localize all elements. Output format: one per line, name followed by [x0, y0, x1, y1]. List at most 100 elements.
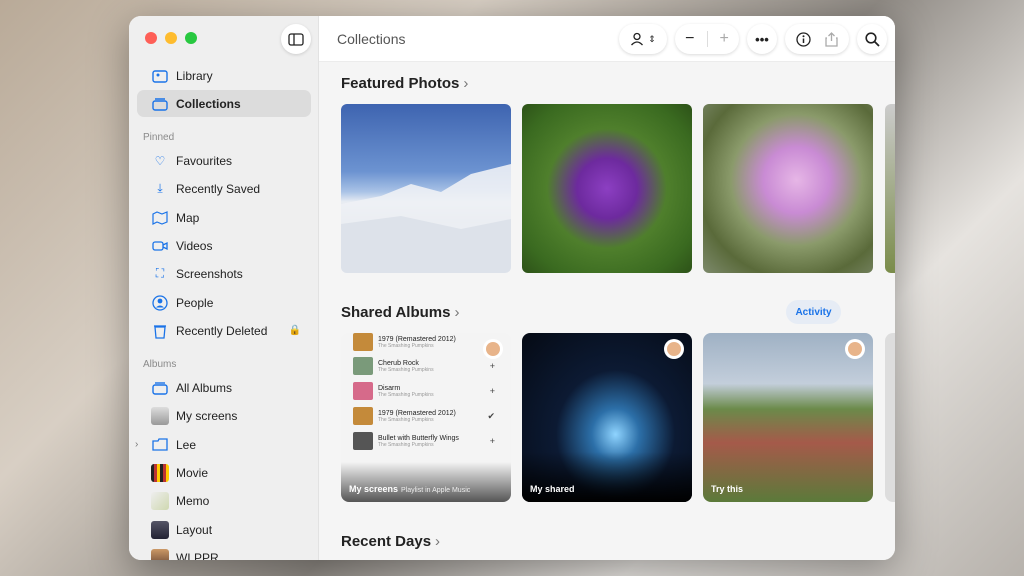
chevron-right-icon: ›: [435, 533, 441, 550]
folder-icon: [151, 436, 169, 454]
sidebar-item-screenshots[interactable]: ⛶ Screenshots: [137, 260, 311, 287]
featured-photo-purple-flowers[interactable]: [522, 104, 692, 273]
sidebar-item-label: My screens: [176, 408, 238, 423]
sidebar-item-videos[interactable]: Videos: [137, 232, 311, 259]
photos-window: Library Collections Pinned ♡ Favourites …: [129, 16, 895, 560]
sidebar-item-label: Collections: [176, 96, 241, 111]
album-thumbnail: [151, 406, 169, 425]
more-button[interactable]: •••: [747, 24, 777, 54]
main-content: Collections ⇕ − + ••• Featured Photos › …: [319, 16, 895, 560]
track-row: Bullet with Butterfly Wings The Smashing …: [353, 432, 459, 450]
sidebar-item-my-screens[interactable]: My screens: [137, 402, 311, 429]
sidebar-item-label: Map: [176, 210, 200, 225]
featured-photos-header[interactable]: Featured Photos ›: [341, 75, 468, 92]
sidebar-item-label: People: [176, 295, 214, 310]
add-icon[interactable]: +: [490, 436, 495, 446]
sidebar-item-favourites[interactable]: ♡ Favourites: [137, 147, 311, 174]
download-icon: ⤓: [157, 181, 163, 195]
ellipsis-icon: •••: [755, 31, 769, 47]
lock-icon: 🔒: [288, 325, 301, 336]
sidebar-toggle-button[interactable]: [281, 24, 311, 54]
album-title: My shared: [530, 484, 575, 494]
sidebar-item-memo[interactable]: Memo: [137, 487, 311, 514]
track-artwork: [353, 407, 373, 425]
shared-album-try-this[interactable]: Try this: [703, 333, 873, 502]
track-title: Bullet with Butterfly Wings: [378, 434, 459, 442]
search-button[interactable]: [857, 24, 887, 54]
shared-album-partial[interactable]: [885, 333, 895, 502]
sidebar-item-label: All Albums: [176, 380, 233, 395]
sidebar-item-people[interactable]: People: [137, 289, 311, 316]
sidebar-item-label: Recently Deleted: [176, 323, 268, 338]
track-artwork: [353, 357, 373, 375]
chevron-right-icon: ›: [454, 304, 460, 321]
track-row: 1979 (Remastered 2012) The Smashing Pumpk…: [353, 407, 456, 425]
sidebar-item-label: Videos: [176, 238, 213, 253]
page-title: Collections: [337, 31, 406, 47]
playlist-overlay-text: Playlist in Apple Music: [401, 487, 471, 494]
add-icon[interactable]: +: [490, 361, 495, 371]
minimize-window-button[interactable]: [165, 32, 177, 44]
recent-days-header[interactable]: Recent Days ›: [341, 533, 440, 550]
sidebar-item-recently-saved[interactable]: ⤓ Recently Saved: [137, 175, 311, 202]
add-icon[interactable]: +: [490, 386, 495, 396]
track-artwork: [353, 432, 373, 450]
sidebar-item-label: Lee: [176, 437, 197, 452]
shared-album-my-shared[interactable]: My shared: [522, 333, 692, 502]
track-artist: The Smashing Pumpkins: [378, 342, 434, 349]
avatar: [845, 339, 865, 359]
sidebar-item-collections[interactable]: Collections: [137, 90, 311, 117]
featured-photo-partial[interactable]: [885, 104, 895, 273]
sidebar-item-layout[interactable]: Layout: [137, 516, 311, 543]
shared-albums-header[interactable]: Shared Albums ›: [341, 304, 459, 321]
zoom-out-button[interactable]: −: [685, 30, 694, 48]
heart-icon: ♡: [154, 153, 166, 168]
sidebar-item-label: Memo: [176, 493, 210, 508]
collections-icon: [151, 379, 169, 397]
sidebar-item-all-albums[interactable]: All Albums: [137, 374, 311, 401]
featured-photo-pink-flowers[interactable]: [703, 104, 873, 273]
album-thumbnail: [151, 548, 169, 560]
checkmark-icon[interactable]: ✔: [487, 411, 495, 422]
track-title: 1979 (Remastered 2012): [378, 409, 456, 417]
sidebar-item-lee[interactable]: › Lee: [135, 431, 311, 458]
track-artwork: [353, 333, 373, 351]
track-artist: The Smashing Pumpkins: [378, 416, 434, 423]
memoji-icon: [667, 342, 681, 356]
memoji-icon: [486, 342, 500, 356]
track-row: Disarm The Smashing Pumpkins: [353, 382, 434, 400]
sidebar-item-map[interactable]: Map: [137, 204, 311, 231]
album-title: My screens: [349, 484, 399, 494]
sidebar-item-movie[interactable]: Movie: [137, 459, 311, 486]
window-controls: [145, 32, 197, 44]
sidebar-item-recently-deleted[interactable]: Recently Deleted 🔒: [137, 317, 311, 344]
sidebar-item-label: Favourites: [176, 153, 233, 168]
close-window-button[interactable]: [145, 32, 157, 44]
account-menu-button[interactable]: ⇕: [619, 24, 667, 54]
sidebar-item-library[interactable]: Library: [137, 62, 311, 89]
zoom-controls: − +: [675, 24, 739, 54]
zoom-in-button[interactable]: +: [720, 30, 729, 48]
share-icon[interactable]: [825, 31, 838, 47]
toolbar: Collections ⇕ − + •••: [319, 16, 895, 62]
avatar: [664, 339, 684, 359]
info-icon[interactable]: [796, 31, 811, 47]
sidebar-item-label: Layout: [176, 522, 213, 537]
album-gradient: [341, 462, 511, 502]
sidebar-item-label: WLPPR: [176, 550, 219, 561]
featured-photo-mountains[interactable]: [341, 104, 511, 273]
activity-button[interactable]: Activity: [786, 300, 841, 324]
pinned-header: Pinned: [143, 132, 175, 143]
screenshot-icon: ⛶: [155, 266, 165, 280]
sidebar-item-label: Library: [176, 68, 213, 83]
chevron-right-icon[interactable]: ›: [135, 439, 138, 450]
avatar: [483, 339, 503, 359]
album-title: Try this: [711, 484, 744, 494]
info-share-controls: [785, 24, 849, 54]
albums-header: Albums: [143, 359, 177, 370]
zoom-window-button[interactable]: [185, 32, 197, 44]
person-circle-icon: [151, 294, 169, 312]
shared-album-my-screens[interactable]: 1979 (Remastered 2012) The Smashing Pumpk…: [341, 333, 511, 502]
person-icon: [631, 32, 644, 46]
sidebar-item-wlppr[interactable]: WLPPR: [137, 544, 311, 560]
